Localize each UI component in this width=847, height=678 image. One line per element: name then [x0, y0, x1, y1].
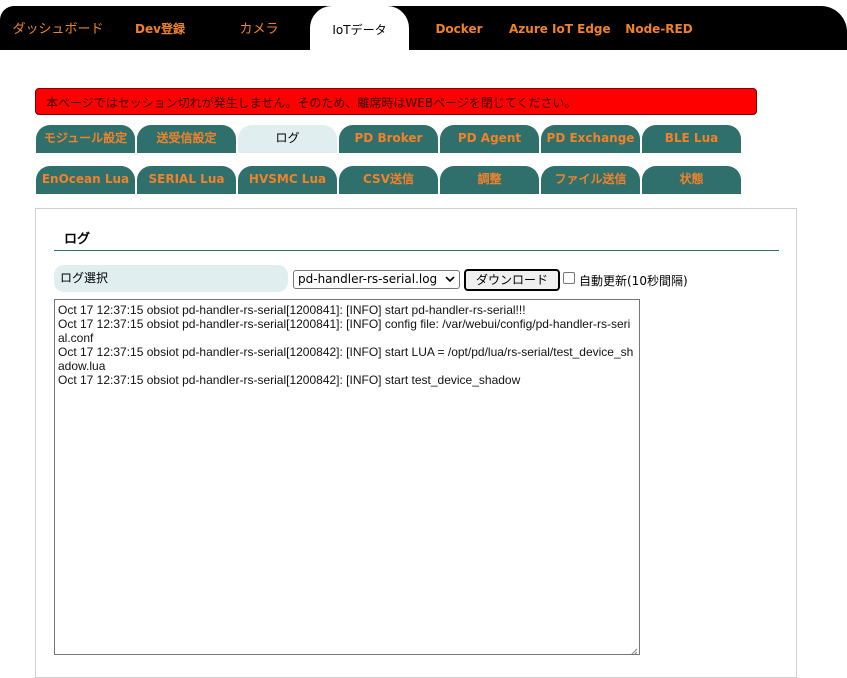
subtab-serial-lua[interactable]: SERIAL Lua — [137, 166, 236, 194]
log-file-select[interactable]: pd-handler-rs-serial.log — [293, 270, 460, 289]
chevron-down-icon — [445, 271, 455, 294]
selected-log-value: pd-handler-rs-serial.log — [298, 272, 438, 286]
log-select-label: ログ選択 — [54, 265, 288, 292]
subtab-adjust[interactable]: 調整 — [440, 166, 539, 194]
top-navigation-bar: ダッシュボード Dev登録 カメラ IoTデータ Docker Azure Io… — [0, 6, 847, 54]
subtab-module-settings[interactable]: モジュール設定 — [36, 125, 135, 153]
log-line: Oct 17 12:37:15 obsiot pd-handler-rs-ser… — [58, 373, 521, 387]
auto-refresh-label: 自動更新(10秒間隔) — [579, 274, 688, 288]
nav-tab-dashboard[interactable]: ダッシュボード — [8, 6, 108, 50]
title-divider — [54, 250, 779, 251]
nav-tab-node-red[interactable]: Node-RED — [624, 6, 694, 50]
log-line: Oct 17 12:37:15 obsiot pd-handler-rs-ser… — [58, 345, 634, 373]
subtab-hvsmc-lua[interactable]: HVSMC Lua — [238, 166, 337, 194]
nav-tab-camera[interactable]: カメラ — [224, 6, 294, 50]
log-line: Oct 17 12:37:15 obsiot pd-handler-rs-ser… — [58, 303, 526, 317]
log-output-textarea[interactable]: Oct 17 12:37:15 obsiot pd-handler-rs-ser… — [54, 299, 640, 655]
subtab-file-send[interactable]: ファイル送信 — [541, 166, 640, 194]
nav-tab-dev-register[interactable]: Dev登録 — [122, 6, 198, 50]
auto-refresh-checkbox[interactable] — [563, 272, 575, 284]
subtab-log[interactable]: ログ — [238, 125, 337, 153]
subtab-pd-broker[interactable]: PD Broker — [339, 125, 438, 153]
resize-grip-icon[interactable] — [630, 645, 638, 654]
nav-tab-docker[interactable]: Docker — [425, 6, 493, 50]
subtab-enocean-lua[interactable]: EnOcean Lua — [36, 166, 135, 194]
log-line: Oct 17 12:37:15 obsiot pd-handler-rs-ser… — [58, 317, 631, 345]
nav-tab-azure-iot-edge[interactable]: Azure IoT Edge — [509, 6, 611, 50]
session-warning-banner: 本ページではセッション切れが発生しません。そのため、離席時はWEBページを閉じて… — [35, 88, 757, 115]
download-button[interactable]: ダウンロード — [464, 269, 560, 291]
panel-title: ログ — [64, 232, 91, 247]
nav-tab-iot-data[interactable]: IoTデータ — [310, 6, 409, 54]
subtab-status[interactable]: 状態 — [642, 166, 741, 194]
subtab-pd-exchange[interactable]: PD Exchange — [541, 125, 640, 153]
subtab-send-receive-settings[interactable]: 送受信設定 — [137, 125, 236, 153]
subtab-ble-lua[interactable]: BLE Lua — [642, 125, 741, 153]
subtab-pd-agent[interactable]: PD Agent — [440, 125, 539, 153]
subtab-csv-send[interactable]: CSV送信 — [339, 166, 438, 194]
